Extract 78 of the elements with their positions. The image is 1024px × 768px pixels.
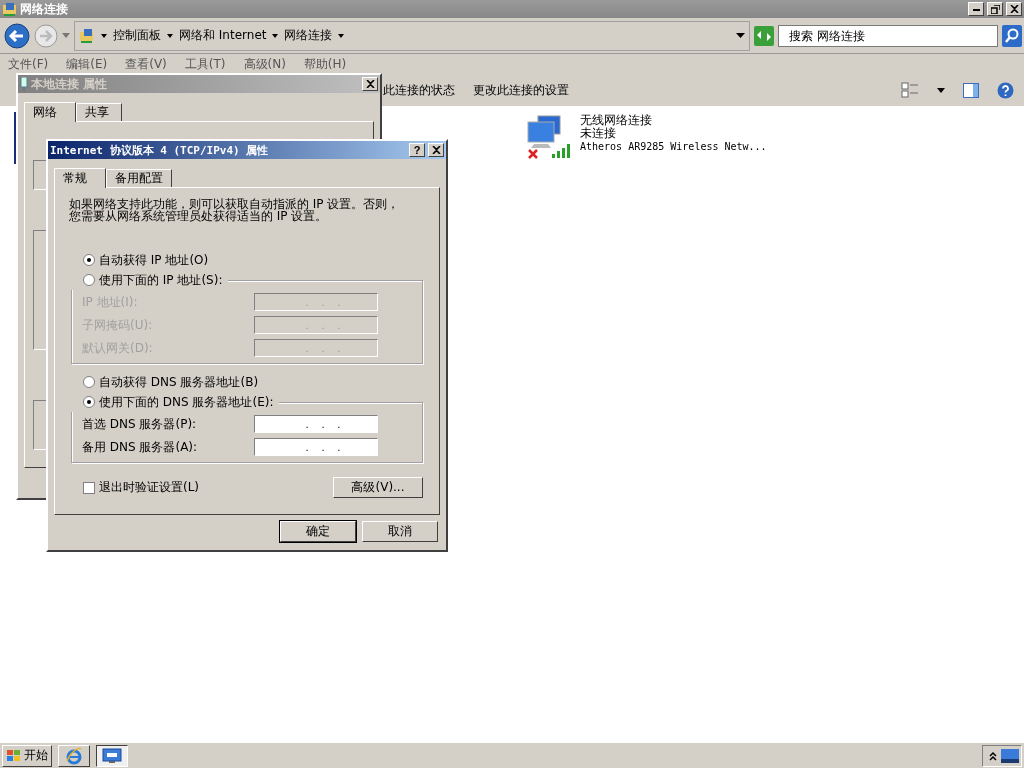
- windows-logo-icon: [6, 748, 22, 763]
- network-folder-icon: [79, 27, 95, 44]
- search-field[interactable]: 搜索 网络连接: [778, 24, 998, 47]
- adapter-name: Atheros AR9285 Wireless Netw...: [580, 140, 767, 153]
- radio-label: 使用下面的 IP 地址(S):: [99, 271, 223, 289]
- close-button[interactable]: [428, 143, 444, 157]
- help-button[interactable]: ?: [409, 143, 425, 157]
- window-title: 网络连接: [20, 0, 69, 18]
- help-icon[interactable]: [997, 81, 1014, 99]
- radio-button[interactable]: [83, 254, 95, 266]
- minimize-button[interactable]: [968, 2, 984, 16]
- show-hidden-icons-icon[interactable]: [989, 750, 997, 761]
- tab[interactable]: 备用配置: [106, 169, 172, 187]
- connection-name: 无线网络连接: [580, 114, 653, 127]
- checkbox-label: 退出时验证设置(L): [99, 479, 200, 496]
- dialog-button[interactable]: 确定: [280, 521, 356, 542]
- browser-icon: [65, 746, 83, 765]
- close-button[interactable]: [362, 77, 378, 91]
- caret-icon[interactable]: [338, 33, 345, 38]
- radio-button[interactable]: [83, 396, 95, 408]
- history-dropdown-icon[interactable]: [62, 33, 70, 38]
- caret-icon[interactable]: [272, 33, 279, 38]
- caret-icon[interactable]: [736, 33, 745, 38]
- close-icon: [365, 80, 375, 88]
- command-button[interactable]: 此连接的状态: [383, 81, 455, 99]
- ip-address-field[interactable]: . . .: [254, 415, 378, 433]
- restore-button[interactable]: [987, 2, 1003, 16]
- network-folder-icon: [2, 1, 17, 17]
- radio-button[interactable]: [83, 376, 95, 388]
- breadcrumb-item[interactable]: 控制面板: [113, 27, 161, 44]
- menu-item[interactable]: 帮助(H): [303, 55, 347, 73]
- intro-text: 您需要从网络系统管理员处获得适当的 IP 设置。: [69, 210, 328, 222]
- menu-item[interactable]: 高级(N): [243, 55, 286, 73]
- minimize-icon: [972, 7, 980, 11]
- close-icon: [1009, 5, 1019, 13]
- close-button[interactable]: [1006, 2, 1022, 16]
- dialog-title: 本地连接 属性: [31, 75, 109, 93]
- search-icon[interactable]: [1002, 24, 1022, 47]
- menu-item[interactable]: 工具(T): [184, 55, 226, 73]
- restore-icon: [990, 4, 1000, 14]
- tab[interactable]: 网络: [24, 102, 76, 122]
- dialog-title: Internet 协议版本 4 (TCP/IPv4) 属性: [50, 142, 270, 158]
- command-button[interactable]: 更改此连接的设置: [473, 81, 569, 99]
- tab[interactable]: 常规: [54, 168, 106, 188]
- preview-pane-icon[interactable]: [963, 82, 979, 98]
- caret-icon[interactable]: [101, 33, 107, 38]
- radio-option[interactable]: 自动获得 DNS 服务器地址(B): [69, 372, 425, 392]
- advanced-button[interactable]: 高级(V)...: [333, 477, 423, 498]
- menu-item[interactable]: 查看(V): [125, 55, 167, 73]
- menu-item[interactable]: 文件(F): [8, 55, 49, 73]
- connection-icon: [20, 77, 28, 91]
- caret-icon[interactable]: [937, 87, 945, 93]
- caret-icon[interactable]: [167, 33, 173, 38]
- radio-label: 自动获得 IP 地址(O): [99, 251, 209, 269]
- radio-label: 自动获得 DNS 服务器地址(B): [99, 373, 259, 391]
- view-options-icon[interactable]: [901, 82, 919, 98]
- intro-text: 如果网络支持此功能，则可以获取自动指派的 IP 设置。否则，: [69, 198, 401, 210]
- radio-label: 使用下面的 DNS 服务器地址(E):: [99, 393, 274, 411]
- checkbox[interactable]: [83, 481, 95, 494]
- radio-button[interactable]: [83, 274, 95, 286]
- breadcrumb-item[interactable]: 网络和 Internet: [179, 27, 267, 44]
- refresh-icon[interactable]: [754, 25, 774, 46]
- radio-option[interactable]: 自动获得 IP 地址(O): [69, 250, 425, 270]
- start-button[interactable]: 开始: [2, 744, 52, 767]
- monitor-icon[interactable]: [1001, 748, 1019, 763]
- back-icon[interactable]: [4, 22, 30, 49]
- network-icon: [102, 747, 122, 764]
- ip-address-field[interactable]: . . .: [254, 438, 378, 456]
- connection-status: 未连接: [580, 127, 616, 140]
- menu-item[interactable]: 编辑(E): [66, 55, 108, 73]
- address-bar[interactable]: 控制面板 网络和 Internet 网络连接: [74, 20, 750, 51]
- tab[interactable]: 共享: [76, 103, 122, 121]
- field-label: 首选 DNS 服务器(P):: [82, 415, 197, 433]
- close-icon: [431, 146, 441, 154]
- taskbar-app-button[interactable]: [96, 744, 128, 767]
- field-label: 备用 DNS 服务器(A):: [82, 438, 198, 456]
- breadcrumb-item[interactable]: 网络连接: [284, 27, 333, 44]
- dialog-button[interactable]: 取消: [362, 521, 438, 542]
